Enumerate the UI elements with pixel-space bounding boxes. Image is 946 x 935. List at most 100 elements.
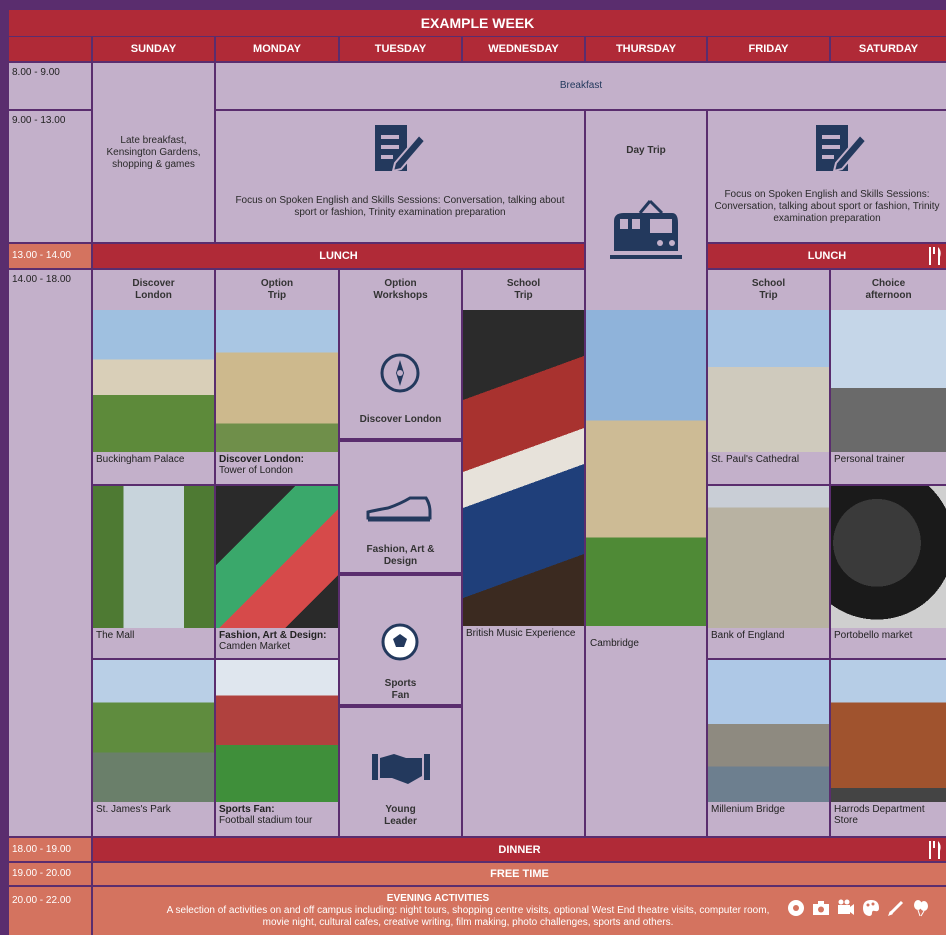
focus-session-fri-sat: Focus on Spoken English and Skills Sessi… [708,111,946,242]
caption-text: Camden Market [219,641,291,652]
shoe-icon [366,494,432,524]
document-edit-icon [371,121,427,177]
pen-icon [887,899,905,917]
workshop-discover-london: Discover London [340,310,461,440]
day-header-friday: FRIDAY [708,37,829,61]
camera-icon [812,899,830,917]
corner-cell [9,37,91,61]
focus-session-mon-wed: Focus on Spoken English and Skills Sessi… [216,111,584,242]
time-slot: 13.00 - 14.00 [9,244,91,268]
photo-personal-trainer [831,310,946,452]
breakfast-cell: Breakfast [216,63,946,109]
video-camera-icon [837,899,855,917]
film-reel-icon [787,899,805,917]
caption: Buckingham Palace [93,452,214,484]
photo-the-mall [93,486,214,628]
day-header-wednesday: WEDNESDAY [463,37,584,61]
handshake-icon [372,748,430,788]
workshop-label: Sports Fan [384,678,417,701]
lunch-label: LUNCH [807,250,847,262]
caption: Personal trainer [831,452,946,484]
free-time-bar: FREE TIME [93,863,946,885]
workshop-young-leader: Young Leader [340,708,461,836]
photo-portobello-market [831,486,946,628]
photo-buckingham-palace [93,310,214,452]
caption: Portobello market [831,628,946,658]
workshop-sports-fan: Sports Fan [340,576,461,706]
thursday-day-trip: Day Trip [586,111,706,310]
photo-st-pauls-cathedral [708,310,829,452]
col-head-tuesday: Option Workshops [340,270,461,310]
caption: St. Paul's Cathedral [708,452,829,484]
caption: Sports Fan: Football stadium tour [216,802,338,836]
time-slot: 14.00 - 18.00 [9,270,91,836]
train-icon [610,199,682,263]
paint-palette-icon [862,899,880,917]
time-slot: 9.00 - 13.00 [9,111,91,242]
day-header-sunday: SUNDAY [93,37,214,61]
time-slot: 8.00 - 9.00 [9,63,91,109]
photo-british-music-experience [463,310,584,626]
caption: Millenium Bridge [708,802,829,836]
sunday-morning-cell: Late breakfast, Kensington Gardens, shop… [93,63,214,242]
breakfast-label: Breakfast [559,80,603,91]
workshop-label: Fashion, Art & Design [366,544,435,567]
col-head-monday: Option Trip [216,270,338,310]
day-header-saturday: SATURDAY [831,37,946,61]
day-header-monday: MONDAY [216,37,338,61]
photo-tower-of-london [216,310,338,452]
caption: Harrods Department Store [831,802,946,836]
evening-text: A selection of activities on and off cam… [166,905,770,928]
document-edit-icon [812,121,868,177]
col-head-wednesday: School Trip [463,270,584,310]
photo-cambridge [586,310,706,626]
time-slot: 19.00 - 20.00 [9,863,91,885]
evening-activities: EVENING ACTIVITIES A selection of activi… [93,887,946,935]
cutlery-icon [928,247,942,265]
photo-bank-of-england [708,486,829,628]
photo-harrods [831,660,946,802]
lunch-bar-fri-sat: LUNCH [708,244,946,268]
day-header-tuesday: TUESDAY [340,37,461,61]
timetable: EXAMPLE WEEK SUNDAY MONDAY TUESDAY WEDNE… [0,0,946,935]
caption-text: Football stadium tour [219,815,313,826]
time-slot: 20.00 - 22.00 [9,887,91,935]
col-head-sunday: Discover London [93,270,214,310]
caption: Bank of England [708,628,829,658]
workshop-label: Young Leader [384,804,417,827]
activity-icons [787,899,930,917]
photo-millenium-bridge [708,660,829,802]
caption-bold: Fashion, Art & Design: [219,630,327,641]
sunday-morning-text: Late breakfast, Kensington Gardens, shop… [106,134,201,170]
workshop-fashion: Fashion, Art & Design [340,442,461,574]
day-header-thursday: THURSDAY [586,37,706,61]
lunch-bar-sun-wed: LUNCH [93,244,584,268]
football-icon [380,622,420,662]
photo-st-james-park [93,660,214,802]
dinner-label: DINNER [498,843,541,856]
cutlery-icon [928,841,942,859]
focus-text: Focus on Spoken English and Skills Sessi… [235,195,565,218]
caption: St. James's Park [93,802,214,836]
evening-title: EVENING ACTIVITIES [386,893,490,904]
col-head-friday: School Trip [708,270,829,310]
caption: British Music Experience [463,626,584,836]
caption-bold: Discover London: [219,454,305,465]
caption: Discover London: Tower of London [216,452,338,484]
caption: Cambridge [586,626,706,836]
col-head-saturday: Choice afternoon [831,270,946,310]
workshop-label: Discover London [359,414,442,425]
time-slot: 18.00 - 19.00 [9,838,91,861]
dinner-bar: DINNER [93,838,946,861]
caption: Fashion, Art & Design: Camden Market [216,628,338,658]
focus-text: Focus on Spoken English and Skills Sessi… [714,189,940,224]
caption-text: Tower of London [219,465,293,476]
compass-icon [379,352,421,394]
page-title: EXAMPLE WEEK [9,10,946,36]
photo-football-stadium [216,660,338,802]
caption-bold: Sports Fan: [219,804,275,815]
photo-camden-market [216,486,338,628]
balloons-icon [912,899,930,917]
day-trip-label: Day Trip [626,145,666,156]
caption: The Mall [93,628,214,658]
